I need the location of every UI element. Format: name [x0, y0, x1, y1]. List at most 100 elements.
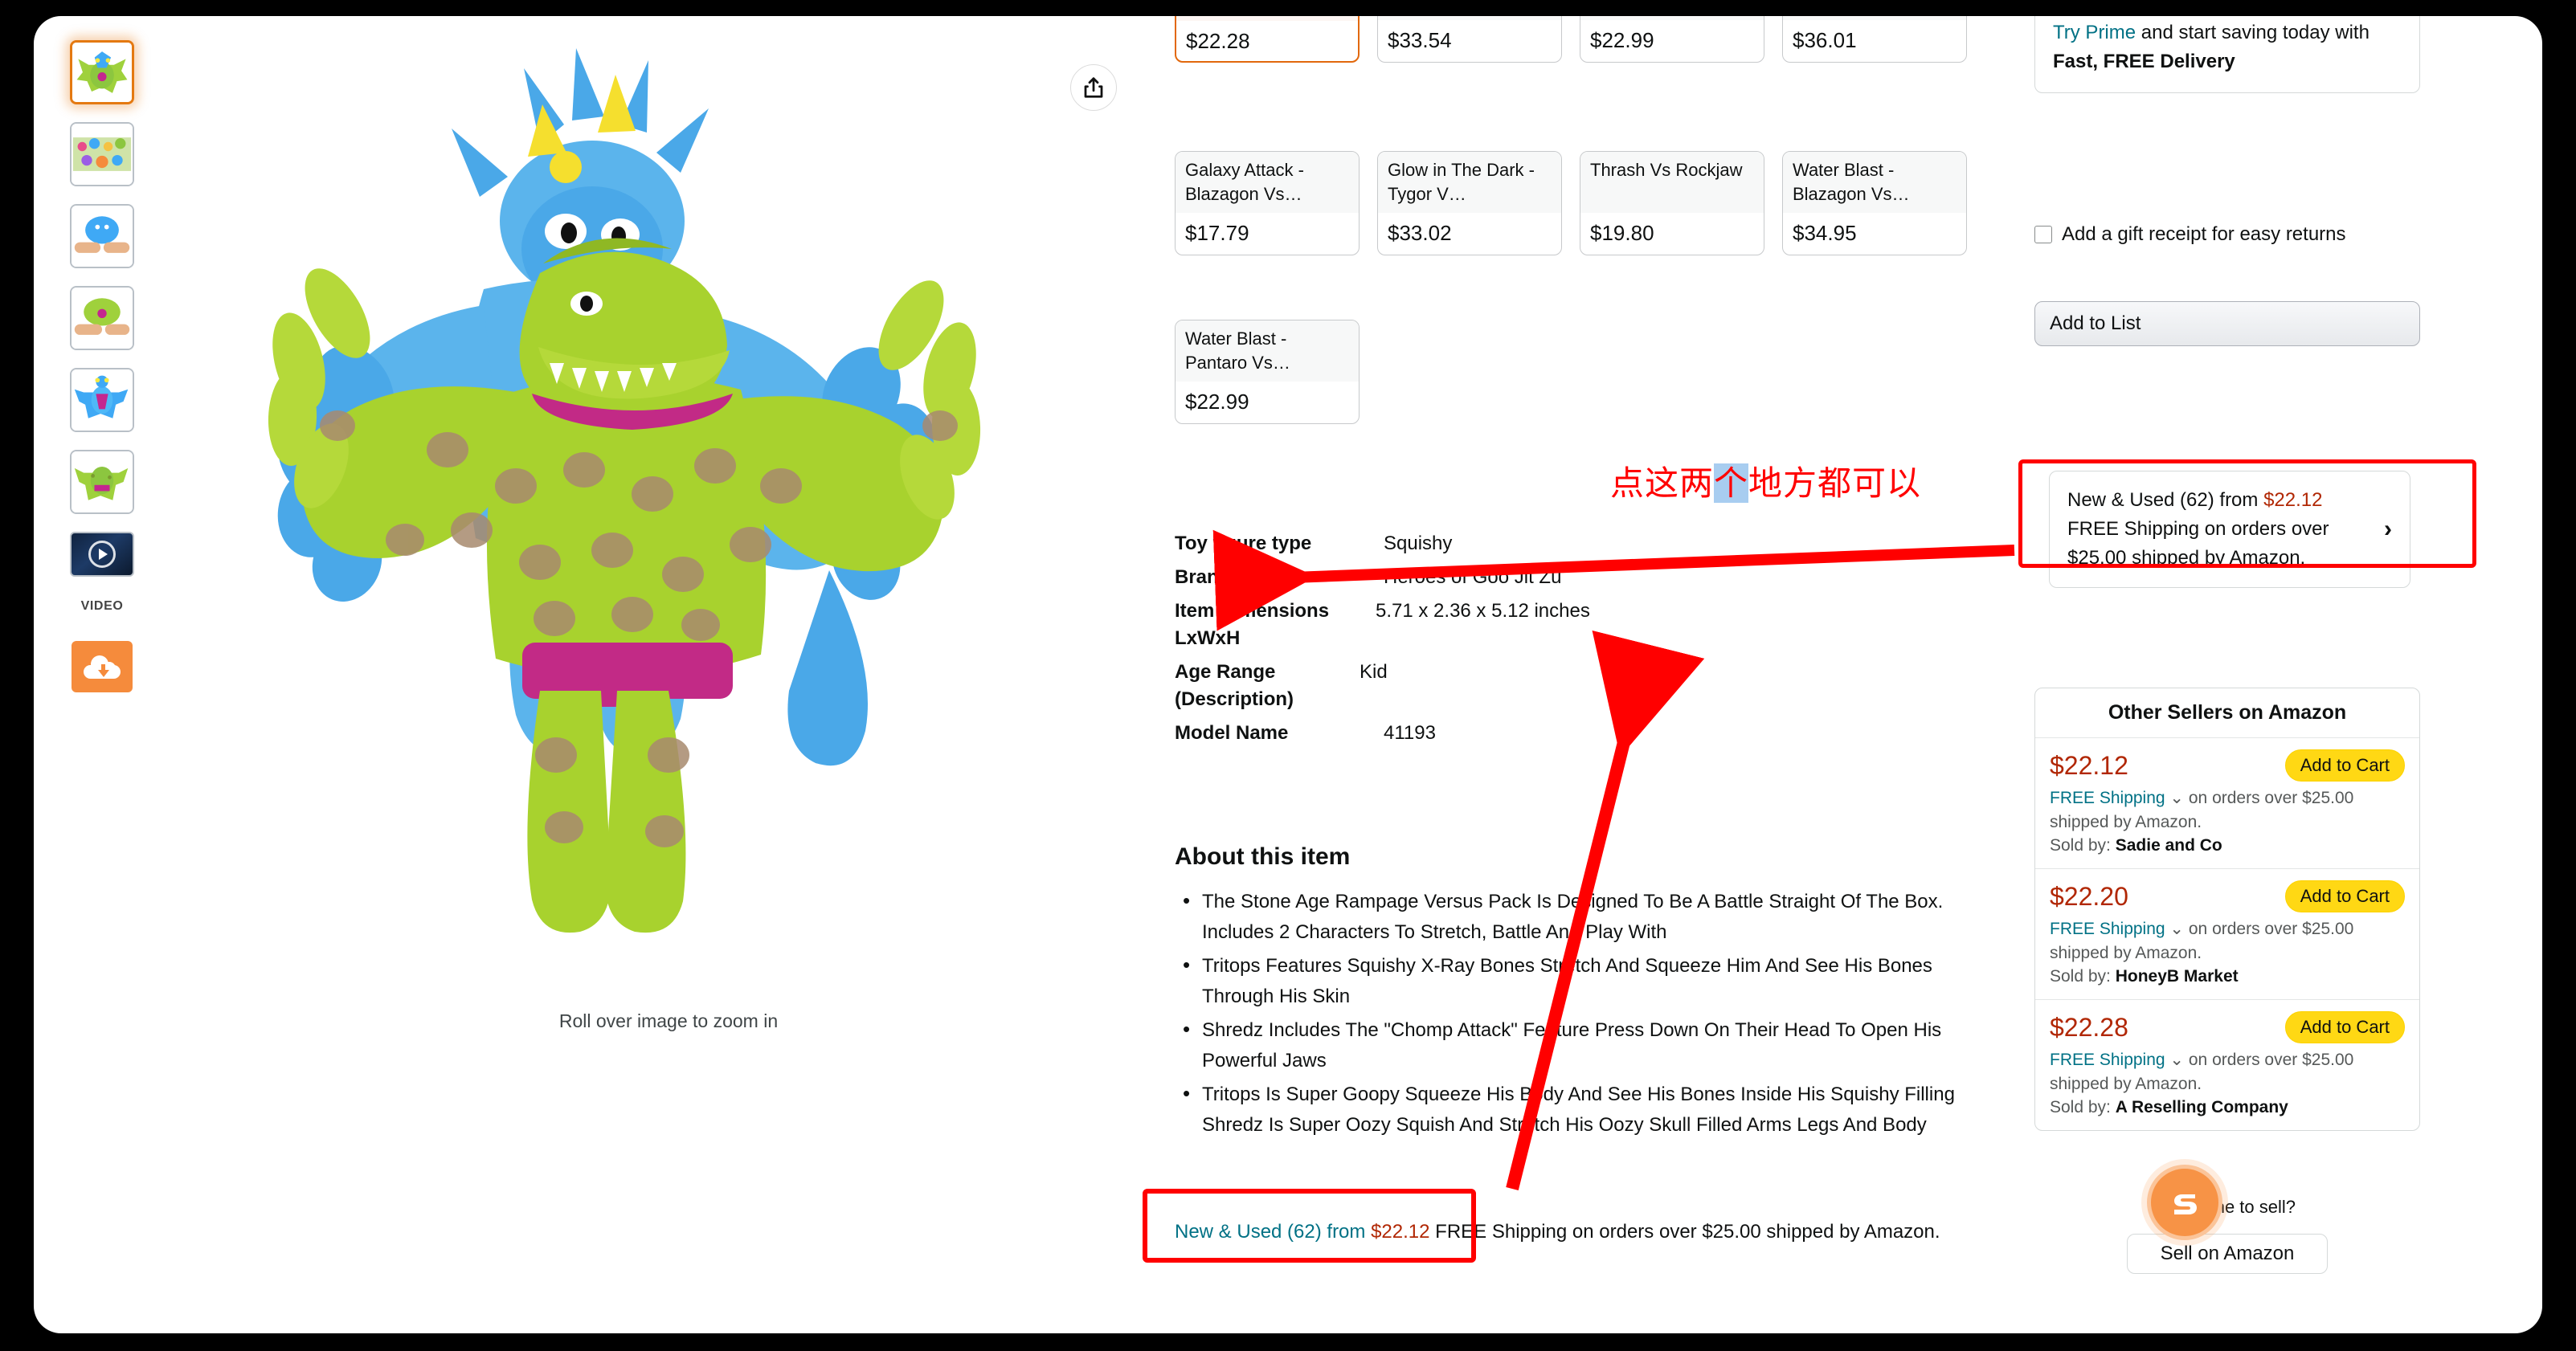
thumbnail-1[interactable] [70, 40, 134, 104]
toy-illustration [268, 48, 981, 933]
detail-row: Toy figure type Squishy [1175, 530, 1946, 557]
seller-price: $22.20 [2050, 881, 2128, 911]
gift-receipt-checkbox[interactable] [2034, 226, 2052, 243]
thumbnail-4[interactable] [70, 286, 134, 350]
sold-by-label: Sold by: [2050, 967, 2111, 986]
seller-price: $22.28 [2050, 1012, 2128, 1042]
annotation-cn-pre: 点这两 [1610, 463, 1715, 503]
variant-price: $33.02 [1388, 221, 1452, 245]
thumbnail-5[interactable] [70, 368, 134, 432]
prime-upsell-text: exclusive deals and award-winning movies… [2053, 16, 2402, 76]
variant-price: $19.80 [1590, 221, 1654, 245]
variant-price: $22.99 [1590, 28, 1654, 52]
variant-card[interactable]: Water Blast - Blazagon Vs… $34.95 [1782, 151, 1967, 255]
free-shipping-label[interactable]: FREE Shipping [2050, 1051, 2165, 1069]
variant-price: $36.01 [1793, 28, 1857, 52]
detail-row: Age Range (Description) Kid [1175, 659, 1946, 713]
annotation-box-bottom-center [1143, 1189, 1476, 1263]
seller-sold-by: Sold by: A Reselling Company [2050, 1098, 2405, 1117]
detail-value: Kid [1360, 661, 1388, 683]
video-label: VIDEO [80, 599, 124, 613]
add-to-list-button[interactable]: Add to List [2034, 301, 2420, 346]
detail-value: Heroes of Goo Jit Zu [1384, 566, 1562, 588]
annotation-box-top-right [2018, 459, 2476, 568]
variant-title: Water Blast - Blazagon Vs… [1783, 152, 1966, 213]
seller-shipping: FREE Shipping ⌄ on orders over $25.00 sh… [2050, 1048, 2405, 1096]
thumbnail-6[interactable] [70, 450, 134, 514]
detail-row: Model Name 41193 [1175, 720, 1946, 747]
about-this-item: About this item The Stone Age Rampage Ve… [1175, 843, 1994, 1144]
variant-card[interactable]: Tyro Vs Gigatusk $22.99 [1580, 16, 1764, 63]
detail-label: Age Range (Description) [1175, 661, 1294, 710]
sold-by-label: Sold by: [2050, 1098, 2111, 1116]
prime-upsell-box: exclusive deals and award-winning movies… [2034, 16, 2420, 93]
variant-card[interactable]: Thrash Vs Rockjaw $19.80 [1580, 151, 1764, 255]
new-used-shipping-text: FREE Shipping on orders over $25.00 ship… [1435, 1221, 1940, 1243]
detail-label: Toy figure type [1175, 533, 1312, 554]
variant-card[interactable]: Water Blast - Pantaro Vs… $22.99 [1175, 320, 1360, 424]
detail-row: Item Dimensions LxWxH 5.71 x 2.36 x 5.12… [1175, 598, 1946, 652]
variant-card[interactable]: Galaxy Attack - Blazagon Vs… $17.79 [1175, 151, 1360, 255]
detail-label: Brand [1175, 566, 1231, 588]
browser-viewport: VIDEO Roll over image to zoom in $22.28 … [34, 16, 2542, 1333]
variant-title: Galaxy Attack - Blazagon Vs… [1176, 152, 1359, 213]
seller-name[interactable]: A Reselling Company [2116, 1098, 2288, 1116]
variant-card[interactable]: Blazagon Vs… $33.54 [1377, 16, 1562, 63]
seller-row: $22.20 Add to Cart FREE Shipping ⌄ on or… [2035, 869, 2419, 1000]
thumbnail-video[interactable] [70, 532, 134, 577]
free-shipping-label[interactable]: FREE Shipping [2050, 789, 2165, 807]
add-to-cart-button[interactable]: Add to Cart [2284, 880, 2405, 912]
seller-sold-by: Sold by: HoneyB Market [2050, 967, 2405, 986]
chevron-down-icon: ⌄ [2169, 789, 2185, 807]
rollover-caption: Roll over image to zoom in [558, 1010, 779, 1031]
chevron-down-icon: ⌄ [2169, 920, 2185, 938]
seller-row: $22.28 Add to Cart FREE Shipping ⌄ on or… [2035, 1000, 2419, 1130]
detail-label: Model Name [1175, 722, 1289, 744]
seller-shipping: FREE Shipping ⌄ on orders over $25.00 sh… [2050, 917, 2405, 965]
detail-value: Squishy [1384, 533, 1453, 554]
annotation-cn-highlight: 个 [1714, 463, 1749, 503]
product-details-table: Toy figure type Squishy Brand Heroes of … [1175, 530, 1946, 753]
seller-shipping: FREE Shipping ⌄ on orders over $25.00 sh… [2050, 786, 2405, 835]
gift-receipt-label: Add a gift receipt for easy returns [2062, 223, 2346, 245]
image-thumbnail-rail: VIDEO [58, 40, 146, 692]
free-shipping-label[interactable]: FREE Shipping [2050, 920, 2165, 938]
thumbnail-3[interactable] [70, 204, 134, 268]
seller-sold-by: Sold by: Sadie and Co [2050, 836, 2405, 855]
about-bullet: The Stone Age Rampage Versus Pack Is Des… [1175, 885, 1994, 948]
seller-name[interactable]: Sadie and Co [2116, 836, 2222, 855]
sell-on-amazon-button[interactable]: Sell on Amazon [2127, 1234, 2328, 1274]
variant-price: $17.79 [1185, 221, 1249, 245]
share-icon[interactable] [1070, 64, 1117, 111]
try-prime-link[interactable]: Try Prime [2053, 22, 2136, 43]
seller-row: $22.12 Add to Cart FREE Shipping ⌄ on or… [2035, 738, 2419, 869]
variant-title: Glow in The Dark - Tygor V… [1378, 152, 1561, 213]
gift-receipt-row[interactable]: Add a gift receipt for easy returns [2034, 221, 2420, 248]
have-one-to-sell-label: Have one to sell? [2159, 1197, 2296, 1217]
detail-label: Item Dimensions LxWxH [1175, 600, 1330, 649]
add-to-cart-button[interactable]: Add to Cart [2284, 749, 2405, 782]
cloud-download-icon[interactable] [72, 641, 133, 692]
play-icon [88, 541, 116, 568]
variant-card[interactable]: Glow in The Dark - Tygor V… $33.02 [1377, 151, 1562, 255]
prime-sub-b: Fast, FREE Delivery [2053, 51, 2235, 72]
chevron-down-icon: ⌄ [2169, 1051, 2185, 1069]
variant-card[interactable]: Tritops Vs… $22.28 [1175, 16, 1360, 63]
product-image-canvas [170, 32, 1167, 1028]
seller-price: $22.12 [2050, 750, 2128, 780]
other-sellers-panel: Other Sellers on Amazon $22.12 Add to Ca… [2034, 688, 2420, 1131]
seller-name[interactable]: HoneyB Market [2116, 967, 2239, 986]
product-main-image[interactable]: Roll over image to zoom in [170, 32, 1167, 1031]
variant-card[interactable]: Thrash Vs… $36.01 [1782, 16, 1967, 63]
thumbnail-2[interactable] [70, 122, 134, 186]
add-to-cart-button[interactable]: Add to Cart [2284, 1011, 2405, 1043]
s-logo-icon [2169, 1185, 2201, 1220]
about-bullet: Tritops Is Super Goopy Squeeze His Body … [1175, 1078, 1994, 1141]
about-bullet: Shredz Includes The "Chomp Attack" Featu… [1175, 1014, 1994, 1076]
variant-price: $22.28 [1186, 29, 1250, 53]
annotation-cn-post: 地方都可以 [1748, 463, 1922, 503]
detail-value: 5.71 x 2.36 x 5.12 inches [1376, 600, 1590, 622]
floating-extension-badge[interactable] [2147, 1165, 2222, 1240]
variant-title: Thrash Vs Rockjaw [1580, 152, 1764, 213]
about-bullet-list: The Stone Age Rampage Versus Pack Is Des… [1175, 885, 1994, 1141]
